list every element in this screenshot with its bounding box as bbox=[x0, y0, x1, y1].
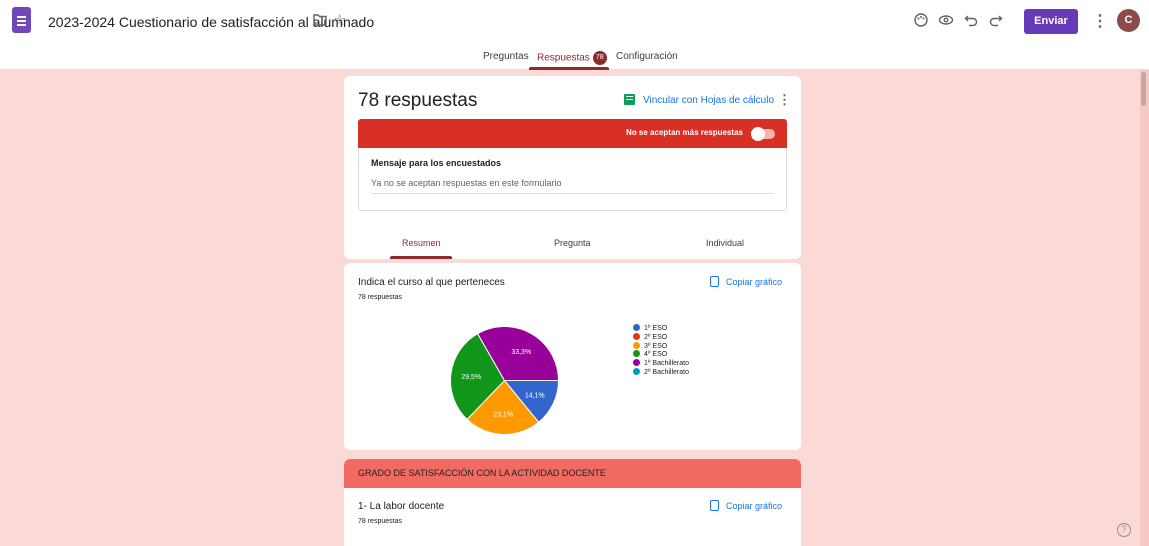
pie-chart: 14,1% 23,1% 29,5% 33,3% bbox=[450, 326, 560, 435]
question-response-count: 78 respuestas bbox=[358, 294, 402, 301]
forms-logo-icon[interactable] bbox=[12, 7, 31, 33]
legend-item: 2º ESO bbox=[633, 332, 689, 342]
redo-icon[interactable] bbox=[988, 12, 1004, 28]
pie-slice-label-2: 23,1% bbox=[493, 411, 513, 418]
question-title: 1- La labor docente bbox=[358, 501, 445, 512]
accepting-responses-label: No se aceptan más respuestas bbox=[626, 128, 743, 137]
legend-item: 4º ESO bbox=[633, 350, 689, 359]
accepting-responses-bar: No se aceptan más respuestas bbox=[358, 119, 787, 148]
star-icon[interactable]: ☆ bbox=[333, 11, 346, 29]
legend-swatch bbox=[633, 341, 640, 349]
legend-item: 1º Bachillerato bbox=[633, 359, 689, 368]
question-title: Indica el curso al que perteneces bbox=[358, 277, 505, 288]
legend-item: 2º Bachillerato bbox=[633, 367, 689, 377]
subtab-individual[interactable]: Individual bbox=[706, 238, 744, 248]
palette-icon[interactable] bbox=[913, 12, 929, 28]
help-icon[interactable]: ? bbox=[1117, 523, 1131, 537]
subtab-question[interactable]: Pregunta bbox=[554, 238, 591, 248]
responses-count-badge: 78 bbox=[592, 51, 607, 65]
pie-slice-label-4: 33,3% bbox=[511, 349, 531, 356]
question-card-course: Indica el curso al que perteneces 78 res… bbox=[344, 263, 801, 450]
copy-chart-label: Copiar gráfico bbox=[726, 277, 783, 287]
legend-label: 2º ESO bbox=[644, 333, 668, 341]
more-options-icon[interactable]: ⋮ bbox=[1092, 11, 1108, 31]
scrollbar-track[interactable] bbox=[1140, 70, 1149, 546]
legend-swatch bbox=[633, 350, 640, 358]
legend-swatch bbox=[633, 332, 640, 340]
responses-content: 78 respuestas Vincular con Hojas de cálc… bbox=[0, 70, 1149, 546]
sheets-icon bbox=[624, 94, 635, 105]
scrollbar-thumb[interactable] bbox=[1141, 72, 1146, 106]
section-card: GRADO DE SATISFACCIÓN CON LA ACTIVIDAD D… bbox=[344, 459, 801, 546]
pie-slice-label-3: 29,5% bbox=[461, 374, 481, 381]
respondent-message-box: Mensaje para los encuestados Ya no se ac… bbox=[358, 148, 787, 211]
tab-responses[interactable]: Respuestas 78 bbox=[537, 51, 607, 65]
respondent-message-field[interactable]: Ya no se aceptan respuestas en este form… bbox=[371, 178, 774, 194]
responses-more-icon[interactable]: ⋮ bbox=[778, 92, 791, 108]
responses-summary-card: 78 respuestas Vincular con Hojas de cálc… bbox=[344, 76, 801, 259]
legend-swatch bbox=[633, 367, 640, 375]
legend-label: 1º ESO bbox=[644, 325, 668, 332]
pie-slice-label-0: 14,1% bbox=[525, 392, 545, 399]
legend-swatch bbox=[633, 359, 640, 367]
section-header: GRADO DE SATISFACCIÓN CON LA ACTIVIDAD D… bbox=[344, 459, 801, 488]
preview-eye-icon[interactable] bbox=[938, 12, 954, 28]
link-sheets-label: Vincular con Hojas de cálculo bbox=[643, 95, 775, 106]
respondent-message-heading: Mensaje para los encuestados bbox=[371, 158, 502, 168]
legend-label: 3º ESO bbox=[644, 342, 668, 350]
avatar[interactable]: C bbox=[1117, 9, 1140, 32]
responses-count-title: 78 respuestas bbox=[358, 90, 478, 111]
tab-settings[interactable]: Configuración bbox=[616, 51, 678, 62]
tab-responses-label: Respuestas bbox=[537, 52, 590, 64]
send-button[interactable]: Enviar bbox=[1024, 9, 1078, 34]
legend-item: 3º ESO bbox=[633, 341, 689, 351]
active-subtab-indicator bbox=[390, 256, 452, 259]
top-bar: 2023-2024 Cuestionario de satisfacción a… bbox=[0, 0, 1149, 44]
copy-icon bbox=[710, 276, 719, 287]
legend-label: 4º ESO bbox=[644, 351, 668, 359]
editor-tabs: Preguntas Respuestas 78 Configuración bbox=[0, 44, 1149, 70]
section-title: GRADO DE SATISFACCIÓN CON LA ACTIVIDAD D… bbox=[358, 468, 606, 478]
pie-legend: 1º ESO 2º ESO 3º ESO 4º ESO 1º Bachillerato 2… bbox=[633, 324, 689, 377]
tab-questions[interactable]: Preguntas bbox=[483, 51, 529, 62]
copy-icon bbox=[710, 500, 719, 511]
legend-label: 2º Bachillerato bbox=[644, 368, 689, 376]
copy-chart-label: Copiar gráfico bbox=[726, 501, 783, 511]
subtab-summary[interactable]: Resumen bbox=[402, 238, 441, 248]
legend-swatch bbox=[633, 324, 640, 331]
link-sheets-button[interactable]: Vincular con Hojas de cálculo bbox=[624, 94, 774, 106]
copy-chart-button[interactable]: Copiar gráfico bbox=[710, 276, 782, 287]
copy-chart-button[interactable]: Copiar gráfico bbox=[710, 500, 782, 511]
accepting-responses-toggle[interactable] bbox=[751, 127, 775, 141]
legend-label: 1º Bachillerato bbox=[644, 360, 689, 368]
folder-icon[interactable] bbox=[313, 14, 327, 26]
undo-icon[interactable] bbox=[963, 12, 979, 28]
legend-item: 1º ESO bbox=[633, 324, 689, 333]
question-response-count: 78 respuestas bbox=[358, 518, 402, 525]
